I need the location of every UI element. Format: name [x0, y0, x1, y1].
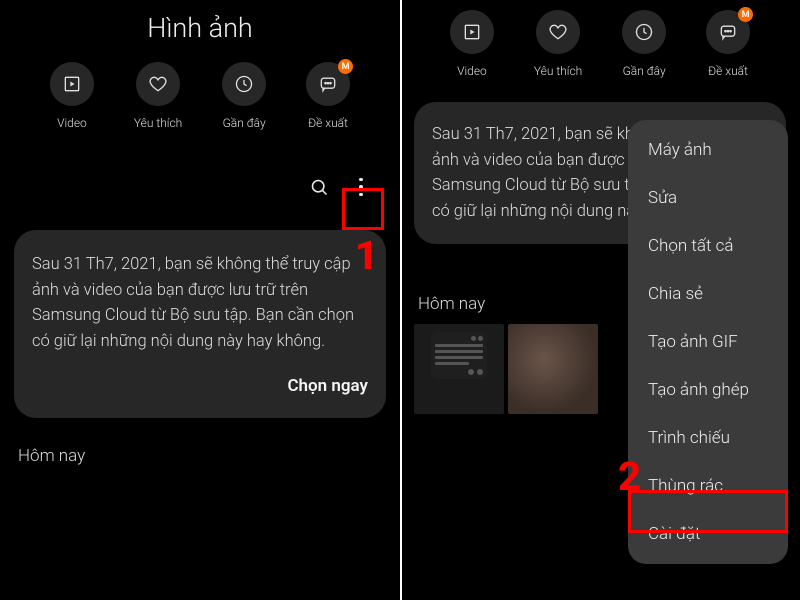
- step-1-highlight: [342, 188, 384, 230]
- section-today: Hôm nay: [18, 446, 382, 466]
- clock-icon: [234, 74, 254, 94]
- step-1-number: 1: [355, 232, 378, 279]
- badge: M: [338, 59, 353, 74]
- search-button[interactable]: [302, 170, 336, 204]
- toolbar-item-recent[interactable]: Gần đây: [222, 62, 266, 130]
- heart-icon: [548, 22, 568, 42]
- chat-icon: [318, 74, 338, 94]
- thumbnail[interactable]: [508, 324, 598, 414]
- notice-text: Sau 31 Th7, 2021, bạn sẽ không thể truy …: [32, 252, 368, 354]
- chat-icon: [718, 22, 738, 42]
- page-title: Hình ảnh: [0, 12, 400, 44]
- menu-edit[interactable]: Sửa: [628, 174, 788, 222]
- toolbar: Video Yêu thích Gần đây M Đề xuất: [0, 62, 400, 130]
- menu-share[interactable]: Chia sẻ: [628, 270, 788, 318]
- toolbar-item-favorite[interactable]: Yêu thích: [534, 10, 582, 78]
- menu-slideshow[interactable]: Trình chiếu: [628, 414, 788, 462]
- notice-card[interactable]: Sau 31 Th7, 2021, bạn sẽ không thể truy …: [14, 230, 386, 418]
- menu-select-all[interactable]: Chọn tất cả: [628, 222, 788, 270]
- play-icon: [462, 22, 482, 42]
- search-icon: [309, 177, 330, 198]
- badge: M: [738, 7, 753, 22]
- toolbar-item-favorite[interactable]: Yêu thích: [134, 62, 182, 130]
- play-icon: [62, 74, 82, 94]
- thumbnail[interactable]: [414, 324, 504, 414]
- toolbar-item-suggest[interactable]: M Đề xuất: [306, 62, 350, 130]
- toolbar-item-recent[interactable]: Gần đây: [622, 10, 666, 78]
- notice-cta[interactable]: Chọn ngay: [32, 376, 368, 396]
- toolbar-item-video[interactable]: Video: [450, 10, 494, 78]
- left-screenshot: Hình ảnh Video Yêu thích Gần đây M Đề xu…: [0, 0, 400, 600]
- toolbar-item-suggest[interactable]: M Đề xuất: [706, 10, 750, 78]
- heart-icon: [148, 74, 168, 94]
- right-screenshot: Video Yêu thích Gần đây M Đề xuất Sau 31…: [400, 0, 800, 600]
- step-2-highlight: [628, 490, 788, 533]
- toolbar: Video Yêu thích Gần đây M Đề xuất: [400, 0, 800, 78]
- clock-icon: [634, 22, 654, 42]
- menu-create-gif[interactable]: Tạo ảnh GIF: [628, 318, 788, 366]
- menu-camera[interactable]: Máy ảnh: [628, 126, 788, 174]
- toolbar-item-video[interactable]: Video: [50, 62, 94, 130]
- screenshot-divider: [400, 0, 402, 600]
- menu-collage[interactable]: Tạo ảnh ghép: [628, 366, 788, 414]
